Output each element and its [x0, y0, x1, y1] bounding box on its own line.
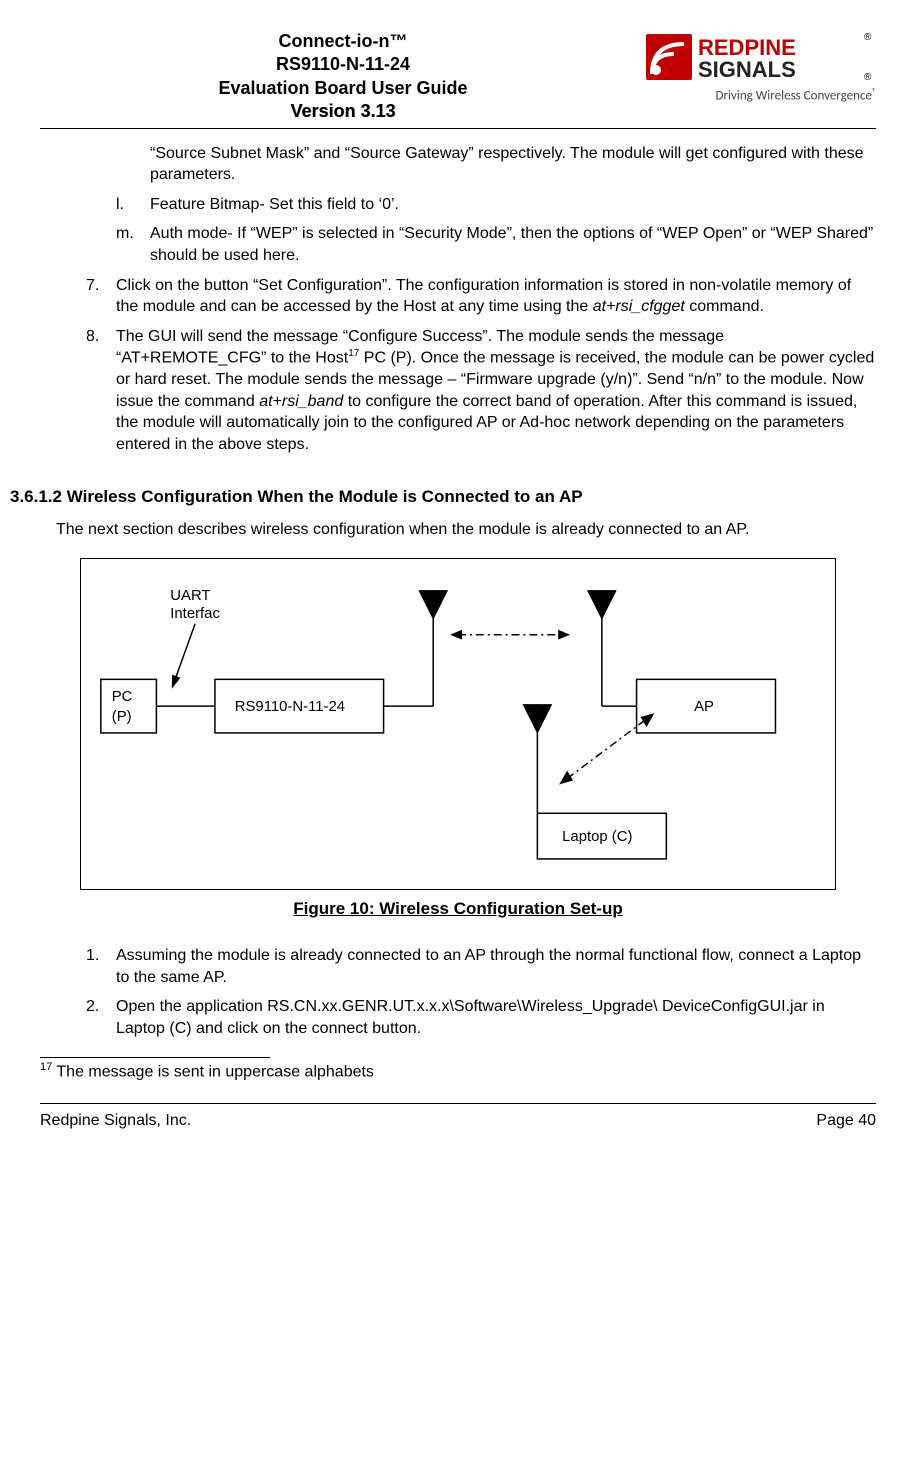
- svg-text:®: ®: [864, 72, 872, 83]
- page-footer: Redpine Signals, Inc. Page 40: [40, 1103, 876, 1132]
- num-item-8: 8. The GUI will send the message “Config…: [86, 326, 876, 456]
- command-text: at+rsi_band: [259, 393, 343, 410]
- footnote-rule: [40, 1057, 270, 1058]
- step-1: 1. Assuming the module is already connec…: [86, 945, 876, 988]
- step-body: Open the application RS.CN.xx.GENR.UT.x.…: [116, 996, 876, 1039]
- num-body-7: Click on the button “Set Configuration”.…: [116, 275, 876, 318]
- diagram-svg: UART Interfac PC (P) RS9110-N-11-24: [81, 559, 835, 889]
- command-text: at+rsi_cfgget: [593, 298, 685, 315]
- laptop-label: Laptop (C): [562, 829, 632, 845]
- alpha-marker: m.: [116, 223, 150, 266]
- header-line2: RS9110-N-11-24: [40, 53, 646, 76]
- pc-label-1: PC: [112, 689, 133, 705]
- alpha-item-l: l. Feature Bitmap- Set this field to ‘0’…: [116, 194, 876, 216]
- numbered-list: 7. Click on the button “Set Configuratio…: [86, 275, 876, 456]
- section-intro: The next section describes wireless conf…: [56, 519, 876, 541]
- alpha-marker: l.: [116, 194, 150, 216]
- text-fragment: command.: [685, 298, 764, 315]
- footnote-number: 17: [40, 1061, 52, 1073]
- tagline-text: Driving Wireless Convergence: [715, 88, 871, 103]
- svg-text:SIGNALS: SIGNALS: [698, 57, 796, 82]
- step-2: 2. Open the application RS.CN.xx.GENR.UT…: [86, 996, 876, 1039]
- page-header: Connect-io-n™ RS9110-N-11-24 Evaluation …: [40, 30, 876, 129]
- footer-company: Redpine Signals, Inc.: [40, 1110, 191, 1132]
- pc-label-2: (P): [112, 709, 132, 725]
- figure-10-diagram: UART Interfac PC (P) RS9110-N-11-24: [80, 558, 836, 890]
- uart-label-line2: Interfac: [170, 606, 220, 622]
- footnote-text: The message is sent in uppercase alphabe…: [52, 1064, 374, 1081]
- footnote-ref: 17: [348, 348, 359, 359]
- num-item-7: 7. Click on the button “Set Configuratio…: [86, 275, 876, 318]
- logo-tagline: Driving Wireless Convergence®: [646, 88, 876, 102]
- num-marker: 8.: [86, 326, 116, 456]
- num-body-8: The GUI will send the message “Configure…: [116, 326, 876, 456]
- header-version: Version 3.13: [40, 100, 646, 123]
- alpha-body: Feature Bitmap- Set this field to ‘0’.: [150, 194, 876, 216]
- footer-page: Page 40: [816, 1110, 876, 1132]
- continuation-text: “Source Subnet Mask” and “Source Gateway…: [150, 143, 876, 186]
- svg-text:®: ®: [864, 32, 872, 43]
- section-heading: 3.6.1.2 Wireless Configuration When the …: [10, 486, 876, 509]
- header-title-block: Connect-io-n™ RS9110-N-11-24 Evaluation …: [40, 30, 646, 124]
- steps-list: 1. Assuming the module is already connec…: [86, 945, 876, 1039]
- alpha-body: Auth mode- If “WEP” is selected in “Secu…: [150, 223, 876, 266]
- module-label: RS9110-N-11-24: [235, 699, 345, 715]
- step-body: Assuming the module is already connected…: [116, 945, 876, 988]
- alpha-item-m: m. Auth mode- If “WEP” is selected in “S…: [116, 223, 876, 266]
- ap-label: AP: [694, 699, 714, 715]
- logo-block: REDPINE SIGNALS ® ® Driving Wireless Con…: [646, 30, 876, 102]
- header-line3: Evaluation Board User Guide: [40, 77, 646, 100]
- step-marker: 2.: [86, 996, 116, 1039]
- alpha-list: l. Feature Bitmap- Set this field to ‘0’…: [116, 194, 876, 267]
- header-line1: Connect-io-n™: [40, 30, 646, 53]
- redpine-logo-icon: REDPINE SIGNALS ® ®: [646, 30, 876, 86]
- footnote-17: 17 The message is sent in uppercase alph…: [40, 1060, 876, 1083]
- step-marker: 1.: [86, 945, 116, 988]
- uart-label-line1: UART: [170, 588, 210, 604]
- num-marker: 7.: [86, 275, 116, 318]
- figure-caption: Figure 10: Wireless Configuration Set-up: [40, 898, 876, 921]
- tagline-reg: ®: [872, 87, 876, 97]
